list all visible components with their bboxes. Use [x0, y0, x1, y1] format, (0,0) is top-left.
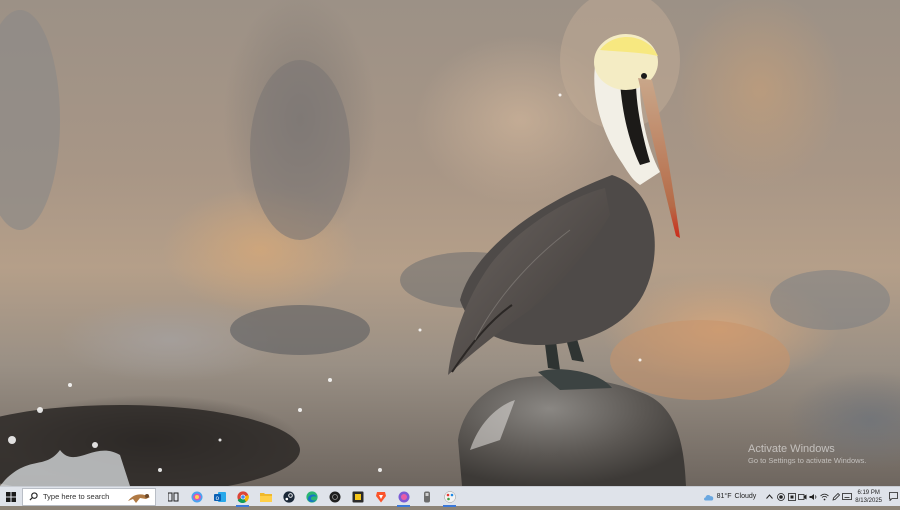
taskbar-search-box[interactable]: Type here to search: [22, 487, 156, 506]
brave-icon: [375, 491, 386, 502]
copilot-icon: [191, 491, 202, 502]
pen-icon: [832, 492, 840, 501]
copilot-button[interactable]: [185, 487, 208, 507]
tray-meet-button[interactable]: [798, 487, 808, 507]
network-button[interactable]: [820, 487, 830, 507]
file-explorer-button[interactable]: [254, 487, 277, 507]
system-tray: 81°F Cloudy 6:19 PM 8/13/2025: [703, 487, 900, 507]
steam-icon: [282, 490, 295, 503]
weather-widget[interactable]: 81°F Cloudy: [703, 493, 757, 501]
cloud-icon: [703, 494, 713, 500]
paint-button[interactable]: [438, 487, 461, 507]
clock-time: 6:19 PM: [857, 489, 880, 496]
search-icon: [26, 492, 40, 501]
chrome-button[interactable]: [231, 487, 254, 507]
search-highlight-icon: [126, 491, 152, 510]
brave-button[interactable]: [369, 487, 392, 507]
outlook-icon: o: [213, 491, 226, 502]
windows-logo-icon: [6, 491, 16, 502]
watermark-title: Activate Windows: [748, 443, 835, 455]
clock-date: 8/13/2025: [855, 497, 882, 504]
file-explorer-icon: [259, 492, 272, 502]
taskbar-clock[interactable]: 6:19 PM 8/13/2025: [855, 489, 882, 505]
activate-windows-watermark: Activate Windows Go to Settings to activ…: [748, 443, 866, 465]
pinned-apps: o: [162, 487, 461, 507]
edge-button[interactable]: [300, 487, 323, 507]
edge-icon: [305, 490, 318, 503]
paint-icon: [443, 490, 456, 503]
volume-icon: [809, 493, 817, 500]
pen-menu-button[interactable]: [831, 487, 841, 507]
show-hidden-icons-button[interactable]: [765, 487, 775, 507]
app-dark-circle-icon: [329, 491, 340, 502]
app-gray-icon: [423, 491, 430, 502]
weather-condition: Cloudy: [734, 493, 757, 500]
app-yellow-square-icon: [352, 491, 363, 502]
taskbar: Type here to search o 81°F Cloudy 6:19 P…: [0, 486, 900, 507]
chrome-icon: [236, 490, 249, 503]
tray-record-button[interactable]: [776, 487, 786, 507]
app-purple-icon: [398, 491, 409, 502]
weather-temperature: 81°F: [716, 493, 732, 500]
steam-button[interactable]: [277, 487, 300, 507]
volume-button[interactable]: [809, 487, 819, 507]
meet-icon: [798, 493, 807, 500]
keyboard-icon: [841, 493, 852, 500]
touch-keyboard-button[interactable]: [841, 487, 852, 507]
app-tray-icon: [787, 492, 796, 501]
wifi-icon: [820, 493, 830, 500]
task-view-icon: [168, 492, 179, 501]
task-view-button[interactable]: [162, 487, 185, 507]
dark-app-button[interactable]: [323, 487, 346, 507]
watermark-subtitle: Go to Settings to activate Windows.: [748, 456, 867, 466]
tray-app-button[interactable]: [787, 487, 797, 507]
start-button[interactable]: [0, 487, 22, 507]
chevron-up-icon: [766, 494, 774, 499]
search-placeholder: Type here to search: [43, 492, 110, 501]
notification-icon: [888, 492, 898, 501]
desktop-wallpaper: Activate Windows Go to Settings to activ…: [0, 0, 900, 486]
gray-app-button[interactable]: [415, 487, 438, 507]
notification-center-button[interactable]: [886, 492, 900, 501]
yellow-app-button[interactable]: [346, 487, 369, 507]
wallpaper-photo: [0, 0, 890, 486]
outlook-button[interactable]: o: [208, 487, 231, 507]
purple-app-button[interactable]: [392, 487, 415, 507]
record-icon: [776, 492, 785, 501]
